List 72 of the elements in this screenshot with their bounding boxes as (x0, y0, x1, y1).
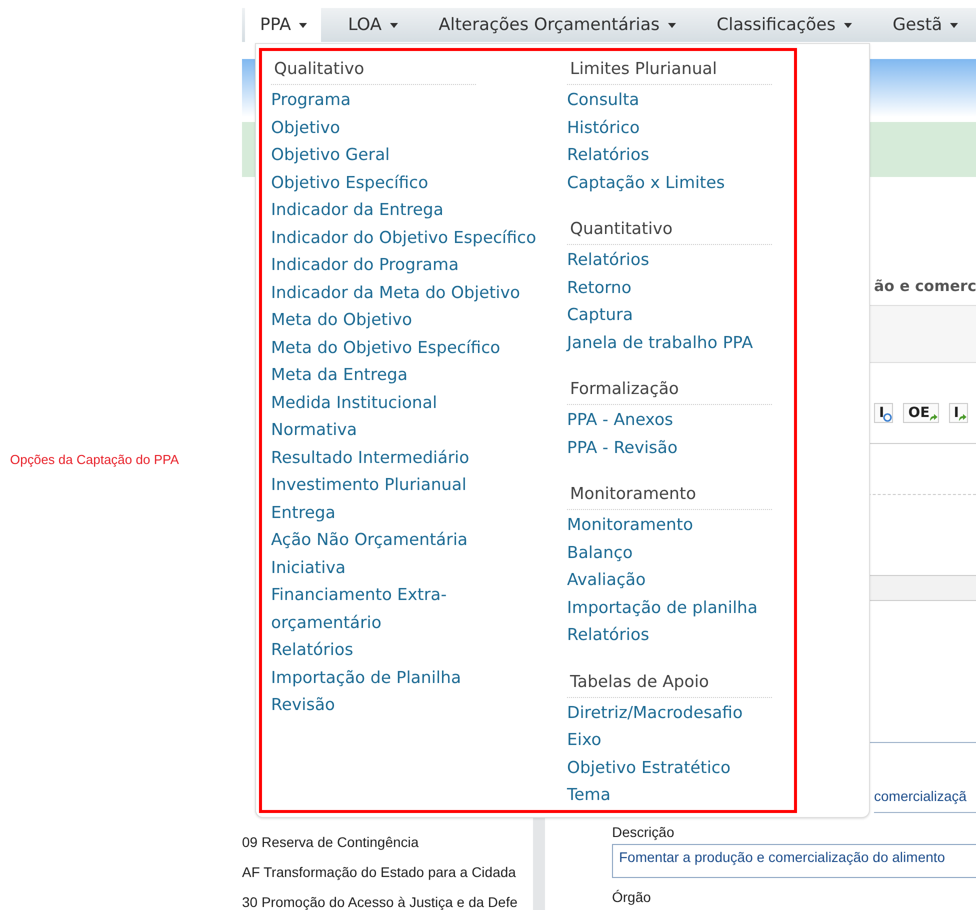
menu-link[interactable]: Importação de Planilha (271, 664, 556, 691)
menu-link[interactable]: Meta do Objetivo Específico (271, 334, 556, 361)
menu-link[interactable]: Relatórios (567, 141, 863, 168)
menu-link[interactable]: Meta do Objetivo (271, 306, 556, 334)
toolbar-button[interactable]: I (874, 403, 894, 423)
menu-link[interactable]: Captação x Limites (567, 168, 863, 196)
menu-link[interactable]: Balanço (567, 538, 863, 566)
caret-icon (950, 22, 958, 28)
toolbar-button[interactable]: I (948, 403, 968, 423)
menu-group-header: Limites Plurianual (567, 57, 772, 85)
menu-link[interactable]: PPA - Anexos (567, 406, 863, 434)
menu-group-header: Monitoramento (567, 482, 772, 510)
menu-link[interactable]: Meta da Entrega (271, 361, 556, 388)
menu-group-header: Formalização (567, 377, 772, 405)
annotation-label: Opções da Captação do PPA (10, 452, 179, 466)
menu-link[interactable]: Ação Não Orçamentária (271, 526, 556, 554)
menu-link[interactable]: Importação de planilha (567, 594, 863, 621)
menu-tab[interactable]: PPA (245, 8, 322, 42)
menu-link[interactable]: Objetivo (271, 114, 556, 141)
menu-link[interactable]: Captura (567, 301, 863, 328)
caret-icon (390, 22, 398, 28)
arrow-icon (928, 413, 938, 422)
caret-icon (668, 22, 676, 28)
menu-link[interactable]: PPA - Revisão (567, 434, 863, 461)
menu-link[interactable]: Tema (567, 781, 863, 808)
input-field[interactable]: comercializaçã (874, 788, 976, 813)
menu-link[interactable]: Indicador do Objetivo Específico (271, 224, 556, 251)
menu-link[interactable]: Iniciativa (271, 554, 556, 581)
menu-group-header: Tabelas de Apoio (567, 670, 772, 698)
toolbar-button[interactable]: OE (903, 403, 939, 423)
menu-tab[interactable]: Classificações (702, 8, 866, 42)
menu-group-header: Qualitativo (271, 57, 476, 85)
menu-link[interactable]: Investimento Plurianual (271, 471, 556, 498)
menu-tab[interactable]: Gestã (878, 8, 972, 42)
menu-link[interactable]: Relatórios (271, 636, 556, 664)
menu-link[interactable]: Normativa (271, 416, 556, 444)
description-field[interactable]: Fomentar a produção e comercialização do alimento (612, 844, 976, 878)
menu-link[interactable]: Objetivo Específico (271, 168, 556, 196)
menu-link[interactable]: Medida Institucional (271, 388, 556, 416)
menu-tab[interactable]: Alterações Orçamentárias (424, 8, 690, 42)
menu-link[interactable]: Retorno (567, 274, 863, 301)
list-item[interactable]: 30 Promoção do Acesso à Justiça e da Defe (242, 887, 533, 910)
menu-link[interactable]: Indicador do Programa (271, 251, 556, 278)
section-title: ão e comerc (874, 277, 976, 297)
menu-link[interactable]: Eixo (567, 726, 863, 754)
menu-link[interactable]: Revisão (271, 691, 556, 718)
menu-link[interactable]: Consulta (567, 86, 863, 114)
menu-link[interactable]: Histórico (567, 114, 863, 141)
menu-link[interactable]: Resultado Intermediário (271, 444, 556, 471)
list-item[interactable]: AF Transformação do Estado para a Cidada (242, 857, 533, 887)
menu-link[interactable]: Entrega (271, 498, 556, 526)
menu-link[interactable]: Indicador da Meta do Objetivo (271, 278, 556, 306)
list-item[interactable]: 09 Reserva de Contingência (242, 827, 533, 857)
arrow-icon (958, 413, 967, 422)
menu-link[interactable]: Objetivo Geral (271, 141, 556, 168)
menu-tab[interactable]: LOA (333, 8, 412, 42)
menu-link[interactable]: Avaliação (567, 566, 863, 594)
menu-link[interactable]: Janela de trabalho PPA (567, 328, 863, 356)
field-label: Descrição (612, 824, 676, 840)
menu-link[interactable]: Monitoramento (567, 511, 863, 538)
field-label: Órgão (612, 889, 652, 905)
menu-link[interactable]: Objetivo Estratético (567, 754, 863, 781)
caret-icon (844, 22, 852, 28)
menu-group-header: Quantitativo (567, 217, 772, 245)
menu-link[interactable]: Financiamento Extra-orçamentário (271, 581, 556, 636)
menu-link[interactable]: Relatórios (567, 621, 863, 648)
caret-icon (299, 22, 308, 28)
circle-icon (883, 413, 892, 422)
menu-link[interactable]: Indicador da Entrega (271, 196, 556, 224)
menu-link[interactable]: Relatórios (567, 246, 863, 274)
menu-link[interactable]: Programa (271, 86, 556, 114)
menu-link[interactable]: Diretriz/Macrodesafio (567, 698, 863, 726)
